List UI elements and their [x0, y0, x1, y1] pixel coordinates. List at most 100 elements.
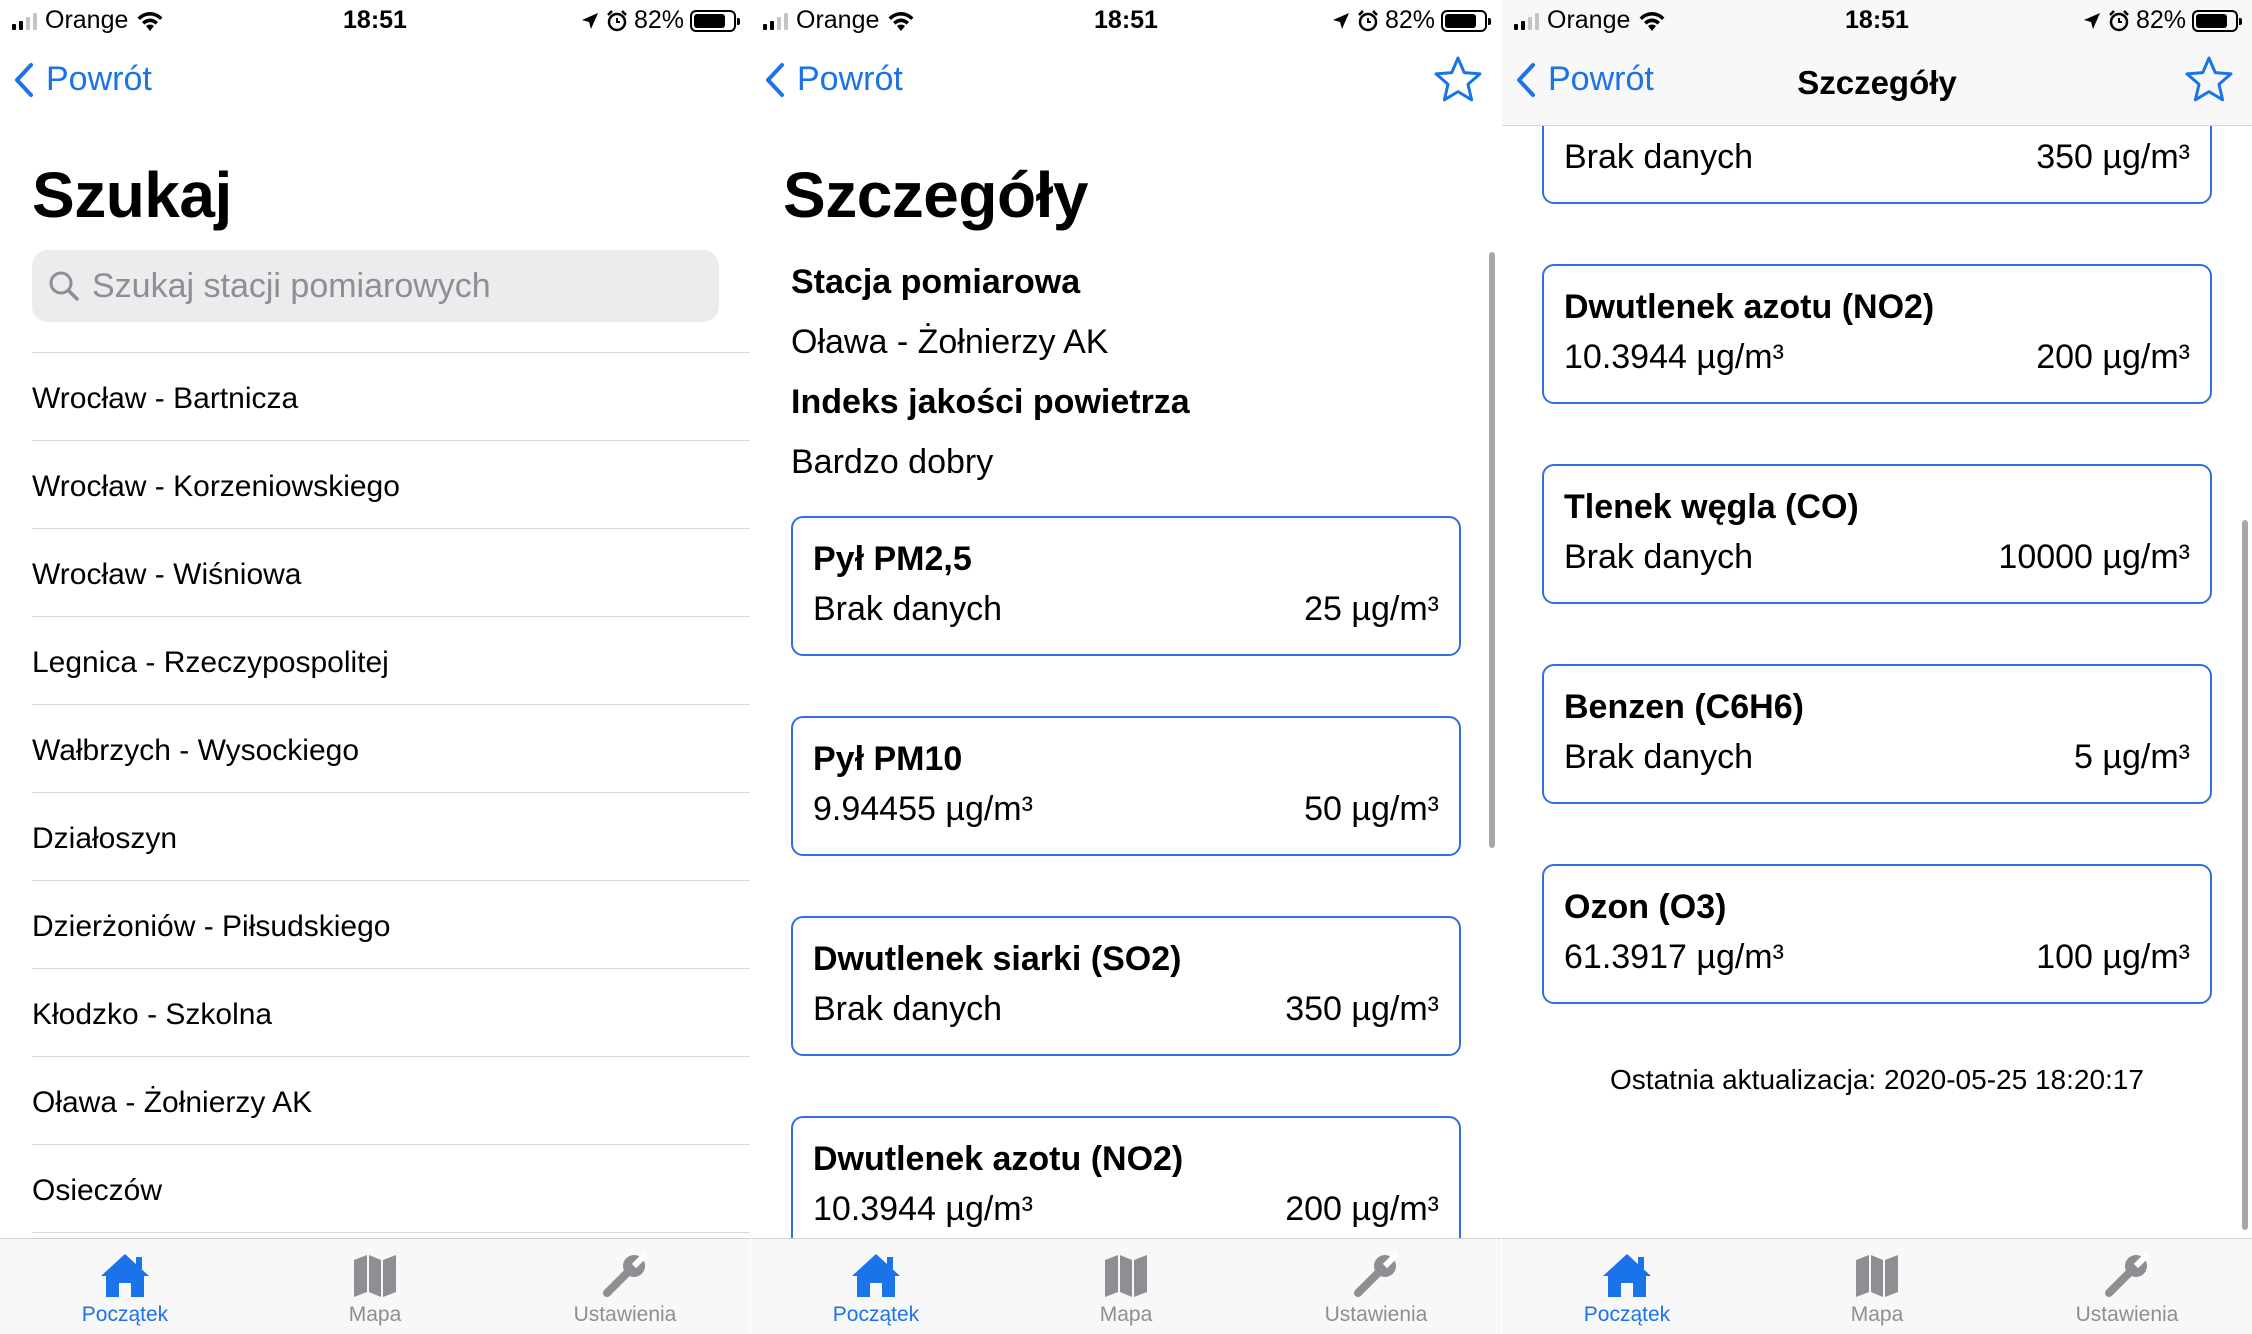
measurement-card: Ozon (O3) 61.3917 µg/m³ 100 µg/m³: [1542, 864, 2212, 1004]
list-item[interactable]: Wrocław - Korzeniowskiego: [32, 440, 750, 528]
list-item[interactable]: Dzierżoniów - Piłsudskiego: [32, 880, 750, 968]
measured-value: Brak danych: [1564, 738, 1753, 776]
battery-icon: [1441, 9, 1491, 32]
list-item[interactable]: Wrocław - Bartnicza: [32, 352, 750, 440]
norm-value: 200 µg/m³: [2036, 338, 2190, 376]
battery-percent: 82%: [633, 6, 684, 34]
tab-bar: Początek Mapa Ustawienia: [751, 1238, 1501, 1334]
tab-home[interactable]: Początek: [751, 1247, 1001, 1327]
wrench-icon: [603, 1251, 649, 1297]
tab-label: Mapa: [1850, 1303, 1904, 1326]
map-icon: [354, 1255, 396, 1297]
chevron-left-icon: [766, 62, 784, 97]
pollutant-name: Dwutlenek azotu (NO2): [813, 1140, 1184, 1178]
station-name: Wrocław - Bartnicza: [32, 381, 299, 415]
tab-home[interactable]: Początek: [0, 1247, 250, 1327]
tab-settings[interactable]: Ustawienia: [2002, 1247, 2252, 1327]
tab-label: Ustawienia: [2075, 1303, 2179, 1326]
tab-map[interactable]: Mapa: [250, 1247, 500, 1327]
list-item[interactable]: Wrocław - Wiśniowa: [32, 528, 750, 616]
measurement-card: Pył PM2,5 Brak danych 25 µg/m³: [791, 516, 1461, 656]
house-icon: [852, 1254, 900, 1297]
battery-percent: 82%: [2135, 6, 2186, 34]
measurement-card: Dwutlenek siarki (SO2) Brak danych 350 µg…: [791, 916, 1461, 1056]
tab-label: Początek: [81, 1303, 169, 1326]
list-item[interactable]: Oława - Żołnierzy AK: [32, 1056, 750, 1144]
tab-label: Ustawienia: [573, 1303, 677, 1326]
scroll-indicator[interactable]: [1489, 252, 1495, 848]
wrench-icon: [1354, 1251, 1400, 1297]
tab-label: Początek: [1583, 1303, 1671, 1326]
measured-value: Brak danych: [813, 990, 1002, 1028]
measured-value: 10.3944 µg/m³: [813, 1190, 1033, 1228]
pollutant-name: Pył PM10: [813, 740, 963, 778]
nav-bar: Powrót: [0, 40, 750, 126]
scroll-indicator[interactable]: [2242, 520, 2248, 1230]
location-arrow-icon: [581, 12, 598, 29]
list-item[interactable]: Wałbrzych - Wysockiego: [32, 704, 750, 792]
house-icon: [1603, 1254, 1651, 1297]
status-bar: Orange 18:51 82%: [0, 0, 750, 40]
station-name: Kłodzko - Szkolna: [32, 997, 273, 1031]
page-title: Szukaj: [32, 159, 232, 231]
status-bar: Orange 18:51 82%: [1502, 0, 2252, 40]
measurement-card: Tlenek węgla (CO) Brak danych 10000 µg/m³: [1542, 464, 2212, 604]
station-name: Wrocław - Korzeniowskiego: [32, 469, 400, 503]
tab-settings[interactable]: Ustawienia: [500, 1247, 750, 1327]
back-button[interactable]: Powrót: [765, 60, 903, 99]
location-arrow-icon: [2083, 12, 2100, 29]
nav-bar: Powrót: [751, 40, 1501, 126]
alarm-icon: [607, 9, 627, 31]
station-name: Wrocław - Wiśniowa: [32, 557, 302, 591]
back-label: Powrót: [797, 60, 903, 98]
list-item[interactable]: Osieczów: [32, 1144, 750, 1232]
tab-home[interactable]: Początek: [1502, 1247, 1752, 1327]
battery-icon: [2192, 9, 2242, 32]
measured-value: Brak danych: [1564, 138, 1753, 176]
details-screen-scrolled: Orange 18:51 82% Powrót Szczegóły Dwutle…: [1502, 0, 2252, 1334]
list-item[interactable]: Działoszyn: [32, 792, 750, 880]
tab-settings[interactable]: Ustawienia: [1251, 1247, 1501, 1327]
nav-bar: Powrót Szczegóły: [1502, 40, 2252, 126]
tab-bar: Początek Mapa Ustawienia: [0, 1238, 750, 1334]
nav-title: Szczegóły: [1797, 64, 1957, 101]
back-button[interactable]: Powrót: [14, 60, 152, 99]
list-item[interactable]: Legnica - Rzeczypospolitej: [32, 616, 750, 704]
norm-value: 25 µg/m³: [1304, 590, 1439, 628]
location-arrow-icon: [1332, 12, 1349, 29]
tab-bar: Początek Mapa Ustawienia: [1502, 1238, 2252, 1334]
favorite-star-icon[interactable]: [1433, 55, 1483, 103]
search-input[interactable]: [92, 266, 692, 306]
tab-map[interactable]: Mapa: [1752, 1247, 2002, 1327]
tab-label: Ustawienia: [1324, 1303, 1428, 1326]
station-name: Wałbrzych - Wysockiego: [32, 733, 360, 767]
station-name: Oława - Żołnierzy AK: [32, 1085, 313, 1119]
search-bar[interactable]: [32, 250, 719, 322]
measured-value: Brak danych: [1564, 538, 1753, 576]
station-label: Stacja pomiarowa: [791, 263, 1081, 301]
station-list: Wrocław - Bartnicza Wrocław - Korzeniows…: [32, 352, 750, 1320]
station-info: Stacja pomiarowa Oława - Żołnierzy AK In…: [791, 252, 1190, 492]
station-name: Legnica - Rzeczypospolitej: [32, 645, 389, 679]
alarm-icon: [1358, 9, 1378, 31]
house-icon: [101, 1254, 149, 1297]
search-screen: Orange 18:51 82% Powrót Szukaj Wrocław -…: [0, 0, 750, 1334]
measurement-card: Benzen (C6H6) Brak danych 5 µg/m³: [1542, 664, 2212, 804]
index-label: Indeks jakości powietrza: [791, 383, 1190, 421]
measured-value: 10.3944 µg/m³: [1564, 338, 1784, 376]
wrench-icon: [2105, 1251, 2151, 1297]
details-screen: Orange 18:51 82% Powrót Szczegóły Stacja…: [751, 0, 1501, 1334]
tab-label: Mapa: [348, 1303, 402, 1326]
measurement-card: Dwutlenek azotu (NO2) 10.3944 µg/m³ 200 µ…: [791, 1116, 1461, 1256]
station-name: Działoszyn: [32, 821, 178, 855]
favorite-star-icon[interactable]: [2184, 55, 2234, 103]
station-value: Oława - Żołnierzy AK: [791, 323, 1109, 361]
pollutant-name: Ozon (O3): [1564, 888, 1727, 926]
map-icon: [1856, 1255, 1898, 1297]
index-value: Bardzo dobry: [791, 443, 994, 481]
list-item[interactable]: Kłodzko - Szkolna: [32, 968, 750, 1056]
measured-value: Brak danych: [813, 590, 1002, 628]
chevron-left-icon: [15, 62, 33, 97]
status-bar: Orange 18:51 82%: [751, 0, 1501, 40]
tab-map[interactable]: Mapa: [1001, 1247, 1251, 1327]
